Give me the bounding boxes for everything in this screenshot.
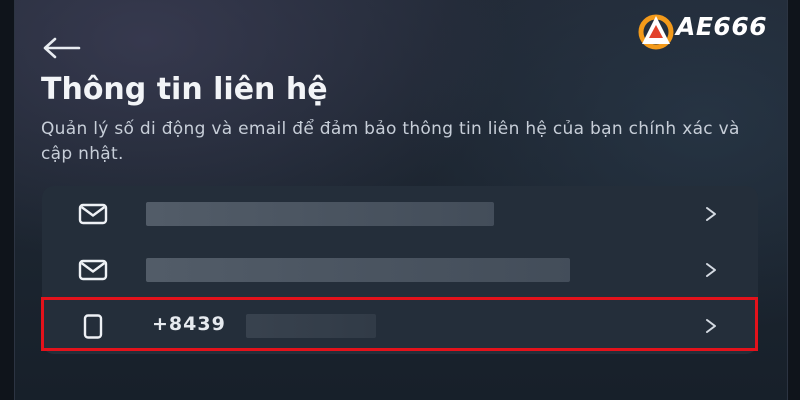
chevron-right-icon <box>706 207 716 221</box>
page-subtitle: Quản lý số di động và email để đảm bảo t… <box>41 119 740 164</box>
phone-icon <box>83 314 103 339</box>
arrow-left-icon <box>43 37 81 59</box>
device-frame: AE666 Thông tin liên hệ Quản lý số di độ… <box>0 0 800 400</box>
brand-watermark: AE666 <box>636 8 786 54</box>
back-button[interactable] <box>42 36 82 60</box>
contact-row-email-2[interactable] <box>42 242 758 298</box>
brand-text: AE666 <box>676 12 768 41</box>
contact-row-phone[interactable]: +8439 <box>42 298 758 354</box>
redacted-email-value <box>146 258 570 282</box>
phone-number-value: +8439 <box>152 313 226 335</box>
chevron-right-icon <box>706 319 716 333</box>
mail-icon <box>78 203 108 225</box>
chevron-right-icon <box>706 263 716 277</box>
contact-row-email-1[interactable] <box>42 186 758 242</box>
redacted-phone-digits <box>246 314 376 338</box>
page-title: Thông tin liên hệ <box>41 72 328 107</box>
redacted-email-value <box>146 202 494 226</box>
mail-icon <box>78 259 108 281</box>
brand-logo-text: AE666 <box>676 12 767 41</box>
